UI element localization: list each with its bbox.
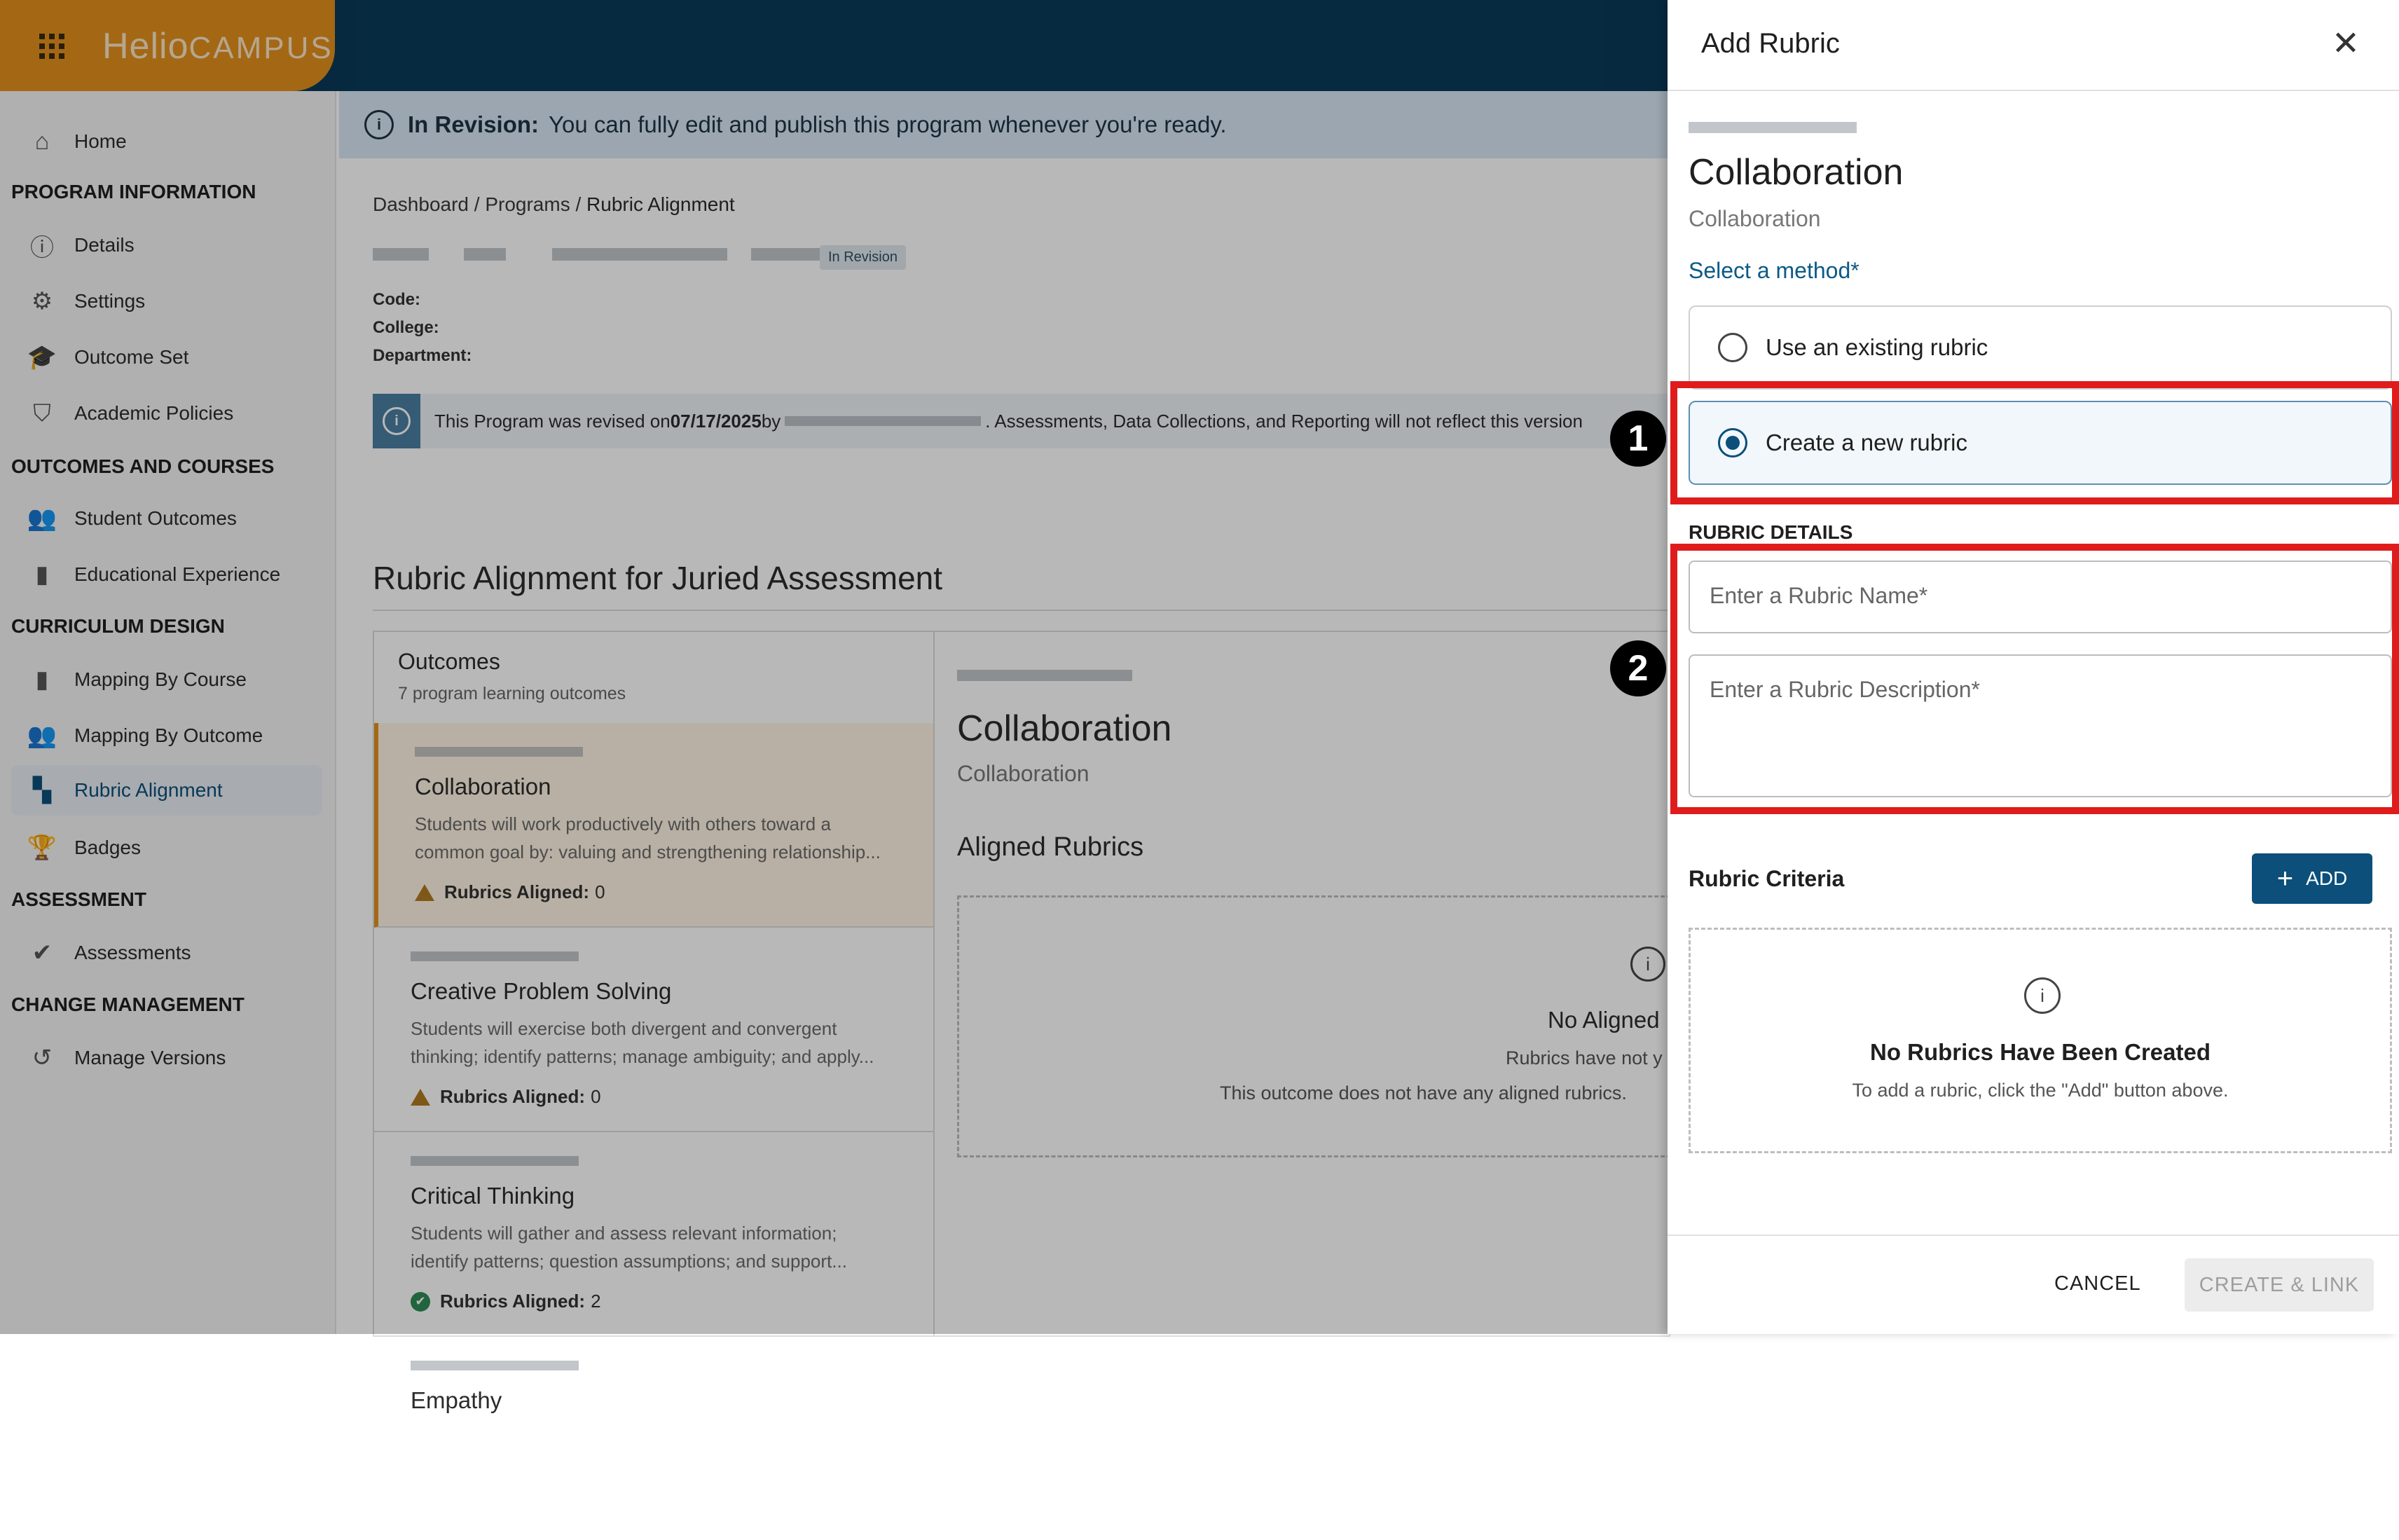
drawer-header: Add Rubric ✕	[1668, 0, 2399, 91]
drawer-title: Add Rubric	[1701, 28, 1840, 59]
option-existing-rubric[interactable]: Use an existing rubric	[1689, 305, 2392, 390]
highlight-box-2	[1670, 544, 2399, 814]
rubric-details-heading: RUBRIC DETAILS	[1689, 521, 1853, 543]
create-link-button[interactable]: CREATE & LINK	[2185, 1258, 2374, 1312]
page: HelioCAMPUS ⌂ Home PROGRAM INFORMATION ⓘ…	[0, 0, 2399, 1413]
cancel-button[interactable]: CANCEL	[2054, 1272, 2141, 1295]
rubric-criteria-label: Rubric Criteria	[1689, 866, 1845, 891]
step-marker-2: 2	[1610, 640, 1666, 696]
add-criteria-button[interactable]: + ADD	[2252, 853, 2372, 904]
plus-icon: +	[2276, 862, 2294, 894]
outcome-code-redacted	[1689, 122, 1857, 133]
outcome-subtitle: Collaboration	[1689, 206, 1821, 231]
method-label: Select a method*	[1689, 258, 1860, 283]
drawer-footer: CANCEL CREATE & LINK	[1668, 1235, 2399, 1335]
outcome-card-empathy[interactable]: Empathy	[374, 1337, 933, 1540]
radio-unselected-icon[interactable]	[1718, 333, 1747, 362]
step-marker-1: 1	[1610, 411, 1666, 467]
highlight-box-1	[1670, 381, 2399, 504]
close-icon[interactable]: ✕	[2323, 21, 2368, 66]
criteria-empty-state: i No Rubrics Have Been Created To add a …	[1689, 928, 2392, 1153]
modal-backdrop[interactable]	[0, 0, 1668, 1334]
outcome-name: Collaboration	[1689, 152, 1904, 193]
info-icon: i	[2024, 977, 2061, 1014]
